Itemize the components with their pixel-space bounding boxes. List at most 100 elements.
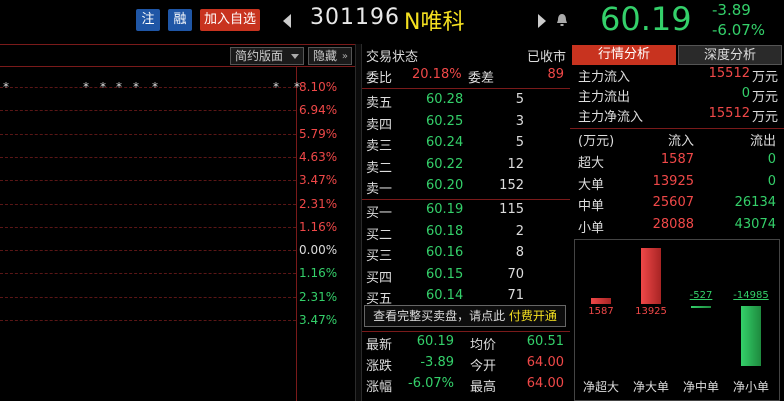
order-level-volume: 70	[507, 266, 524, 282]
flow-row-label: 超大	[578, 156, 605, 171]
grid-line	[0, 180, 296, 182]
order-level-volume: 5	[515, 135, 524, 151]
tab-depth-analysis[interactable]: 深度分析	[678, 45, 782, 65]
add-watchlist-button[interactable]: 加入自选	[200, 9, 261, 31]
y-axis-tick-label: 1.16%	[299, 219, 338, 234]
flow-summary-value: 15512	[708, 66, 750, 81]
order-level-row[interactable]: 买三 60.16 8	[362, 245, 570, 265]
flow-table-row: 中单 25607 26134	[570, 195, 784, 215]
y-axis-tick-label: 3.47%	[299, 173, 338, 188]
quote-stat-row: 涨幅 -6.07% 最高 64.00	[362, 376, 570, 396]
full-book-link[interactable]: 查看完整买卖盘，请点此 付费开通	[364, 305, 566, 327]
order-level-row[interactable]: 买一 60.19 115	[362, 202, 570, 222]
net-flow-value-label: -14985	[733, 290, 769, 301]
next-stock-icon[interactable]	[538, 14, 546, 28]
y-axis-tick-label: 2.31%	[299, 196, 338, 211]
net-flow-bar	[691, 306, 711, 309]
flow-summary-row: 主力净流入 15512 万元	[570, 106, 784, 126]
quote-stat-row: 最新 60.19 均价 60.51	[362, 334, 570, 354]
grid-line	[0, 110, 296, 112]
order-level-price: 60.25	[426, 113, 464, 129]
net-flow-value-label: 1587	[588, 306, 614, 317]
chart-marker-icon: *	[3, 80, 9, 94]
inflow-value: 28088	[652, 216, 694, 232]
chart-toolbar: 简约版面 隐藏 »	[0, 45, 355, 67]
grid-line	[0, 226, 296, 228]
stock-name: N唯科	[404, 10, 465, 35]
y-axis-tick-label: 4.63%	[299, 149, 338, 164]
net-flow-value-label: 13925	[635, 306, 667, 317]
order-level-volume: 115	[499, 202, 524, 217]
order-level-row[interactable]: 买二 60.18 2	[362, 224, 570, 244]
grid-line	[0, 156, 296, 158]
outflow-value: 0	[767, 173, 776, 189]
order-level-label: 卖四	[366, 117, 393, 133]
hide-button[interactable]: 隐藏 »	[308, 47, 352, 65]
net-flow-bar	[641, 248, 661, 304]
inflow-value: 1587	[660, 152, 694, 167]
order-level-label: 卖三	[366, 139, 393, 155]
flow-summary-label: 主力净流入	[578, 110, 644, 125]
divider	[362, 331, 570, 332]
inflow-header: 流入	[667, 134, 694, 149]
tab-market-analysis[interactable]: 行情分析	[572, 45, 676, 65]
order-ratio-label: 委比	[366, 71, 393, 86]
y-axis-tick-label: 2.31%	[299, 289, 338, 304]
order-level-row[interactable]: 买四 60.15 70	[362, 267, 570, 287]
inflow-value: 13925	[652, 173, 694, 189]
flow-summary-row: 主力流入 15512 万元	[570, 66, 784, 86]
order-level-price: 60.16	[426, 245, 464, 261]
grid-line	[0, 250, 296, 252]
y-axis-tick-label: 5.79%	[299, 126, 338, 141]
inflow-value: 25607	[652, 195, 694, 210]
order-level-row[interactable]: 卖二 60.22 12	[362, 157, 570, 177]
chart-marker-icon: *	[273, 80, 279, 94]
flow-unit: 万元	[751, 90, 778, 105]
quote-stat-row: 涨跌 -3.89 今开 64.00	[362, 355, 570, 375]
grid-line	[0, 320, 296, 321]
chart-marker-icon: *	[100, 80, 106, 94]
chart-marker-icon: *	[83, 80, 89, 94]
grid-line	[0, 87, 296, 88]
order-level-row[interactable]: 卖三 60.24 5	[362, 135, 570, 155]
flow-summary-label: 主力流入	[578, 70, 631, 85]
grid-line	[0, 203, 296, 205]
flow-table-row: 小单 28088 43074	[570, 217, 784, 237]
chart-marker-icon: *	[116, 80, 122, 94]
order-level-row[interactable]: 卖四 60.25 3	[362, 114, 570, 134]
intraday-chart[interactable]: 简约版面 隐藏 » 8.10% 6.94% 5.79% 4.63% 3.47% 2.31%…	[0, 44, 355, 401]
y-axis-tick-label: 3.47%	[299, 313, 338, 327]
order-level-label: 卖五	[366, 96, 393, 111]
simple-layout-dropdown[interactable]: 简约版面	[230, 47, 304, 65]
net-flow-bar-chart: 1587 净超大 13925 净大单 -527 净中单 -14985 净小单	[574, 239, 780, 401]
outflow-value: 43074	[734, 216, 776, 232]
grid-line	[0, 133, 296, 135]
flow-summary-row: 主力流出 0 万元	[570, 86, 784, 106]
order-level-label: 买三	[366, 249, 393, 265]
flow-table-row: 大单 13925 0	[570, 174, 784, 194]
panel-divider[interactable]	[355, 44, 362, 401]
order-level-price: 60.24	[426, 135, 464, 151]
capital-flow-panel: 行情分析 深度分析 主力流入 15512 万元 主力流出 0 万元 主力净流入 15512 万元…	[570, 44, 784, 401]
order-ratio-row: 委比 20.18% 委差 89	[362, 67, 570, 87]
bell-icon[interactable]	[556, 13, 568, 27]
margin-tag[interactable]: 注	[136, 9, 160, 31]
order-level-label: 卖二	[366, 160, 393, 176]
order-level-volume: 2	[515, 223, 524, 239]
stat-label: 涨幅	[366, 380, 393, 395]
subscribe-link[interactable]: 付费开通	[509, 309, 557, 323]
prev-stock-icon[interactable]	[283, 14, 291, 28]
stat-value: 60.51	[526, 334, 564, 349]
order-level-row[interactable]: 卖五 60.28 5	[362, 92, 570, 112]
flow-summary-label: 主力流出	[578, 90, 631, 105]
stat-label: 最高	[470, 380, 497, 395]
order-level-row[interactable]: 卖一 60.20 152	[362, 178, 570, 198]
financing-tag[interactable]: 融	[168, 9, 192, 31]
order-level-price: 60.14	[426, 288, 464, 304]
stat-value: 64.00	[526, 376, 564, 391]
stat-value: -3.89	[420, 355, 454, 370]
net-flow-category-label: 净小单	[732, 380, 769, 394]
chevron-down-icon	[291, 54, 299, 59]
order-level-price: 60.15	[426, 266, 464, 282]
order-level-volume: 152	[499, 178, 524, 194]
